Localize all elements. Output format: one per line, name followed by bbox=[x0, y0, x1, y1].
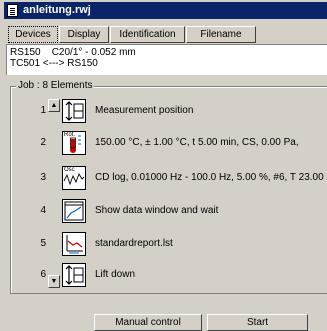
start-button[interactable]: Start bbox=[207, 314, 308, 331]
manual-control-button[interactable]: Manual control bbox=[94, 314, 202, 331]
step-number: 5 bbox=[40, 238, 46, 249]
info-line-device: RS150 C20/1° - 0.052 mm bbox=[10, 47, 136, 58]
step-label: Lift down bbox=[95, 269, 136, 280]
rot-thermometer-icon: Rot. bbox=[62, 131, 86, 155]
window-title: anleitung.rwj bbox=[23, 4, 91, 16]
tab-display[interactable]: Display bbox=[59, 26, 109, 43]
step-number: 2 bbox=[40, 137, 46, 148]
step-number: 6 bbox=[40, 269, 46, 280]
osc-wave-icon: Osc bbox=[62, 166, 86, 190]
job-step[interactable]: 2 Rot. 150.00 °C, ± 1.00 °C, t 5.00 min,… bbox=[0, 128, 327, 158]
document-icon bbox=[7, 4, 18, 17]
job-step[interactable]: 4 Show data window and wait bbox=[0, 196, 327, 226]
info-line-connection: TC501 <---> RS150 bbox=[10, 58, 98, 69]
job-step[interactable]: 3 Osc CD log, 0.01000 Hz - 100.0 Hz, 5.0… bbox=[0, 163, 327, 193]
tab-devices[interactable]: Devices bbox=[8, 26, 58, 43]
job-step[interactable]: 6 ▼ Lift down bbox=[0, 260, 327, 290]
step-number: 4 bbox=[40, 205, 46, 216]
report-icon bbox=[62, 232, 86, 256]
tab-filename[interactable]: Filename bbox=[186, 26, 256, 43]
job-step[interactable]: 1 ▲ Measurement position bbox=[0, 96, 327, 126]
lift-icon bbox=[62, 263, 86, 287]
step-label: standardreport.lst bbox=[95, 238, 173, 249]
step-number: 1 bbox=[40, 105, 46, 116]
step-label: Show data window and wait bbox=[95, 205, 219, 216]
data-window-icon bbox=[62, 199, 86, 223]
position-icon bbox=[62, 99, 86, 123]
step-label: Measurement position bbox=[95, 105, 194, 116]
scroll-down-button[interactable]: ▼ bbox=[48, 275, 60, 288]
step-label: 150.00 °C, ± 1.00 °C, t 5.00 min, CS, 0.… bbox=[95, 137, 299, 148]
job-step[interactable]: 5 standardreport.lst bbox=[0, 229, 327, 259]
step-number: 3 bbox=[40, 172, 46, 183]
device-info-box: RS150 C20/1° - 0.052 mm TC501 <---> RS15… bbox=[6, 44, 327, 75]
tab-identification[interactable]: Identification bbox=[110, 26, 185, 43]
title-bar: anleitung.rwj bbox=[4, 2, 327, 19]
step-label: CD log, 0.01000 Hz - 100.0 Hz, 5.00 %, #… bbox=[95, 172, 327, 183]
scroll-up-button[interactable]: ▲ bbox=[48, 99, 60, 112]
job-label: Job : 8 Elements bbox=[16, 80, 95, 92]
app-window: anleitung.rwj Devices Display Identifica… bbox=[0, 0, 327, 331]
